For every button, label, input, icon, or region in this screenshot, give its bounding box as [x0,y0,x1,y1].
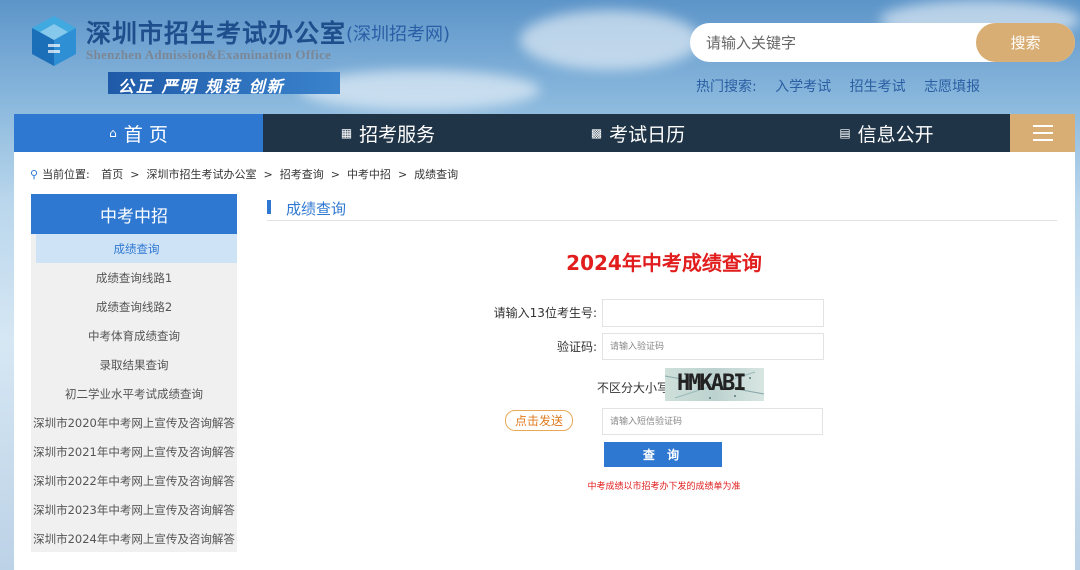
sidebar-title: 中考中招 [31,194,237,234]
hamburger-menu-icon [1032,125,1053,141]
nav-label: 招考服务 [359,123,436,146]
nav-item-calendar[interactable]: ▩ 考试日历 [513,114,763,152]
section-title: 成绩查询 [286,200,347,218]
sidebar-item-qa-2020[interactable]: 深圳市2020年中考网上宣传及咨询解答 [31,408,237,437]
score-note: 中考成绩以市招考办下发的成绩单为准 [587,482,741,492]
sidebar-item-qa-2023[interactable]: 深圳市2023年中考网上宣传及咨询解答 [31,495,237,524]
section-header: 成绩查询 [267,199,1057,221]
breadcrumb-link[interactable]: 中考中招 [347,168,391,181]
site-name[interactable]: 深圳市招生考试办公室 [86,14,346,50]
nav-item-home[interactable]: ⌂ 首 页 [14,114,263,152]
site-header: 深圳市招生考试办公室 (深圳招考网) Shenzhen Admission&Ex… [0,0,1080,114]
hot-search-label: 热门搜索: [696,79,757,95]
exam-number-input[interactable] [602,299,824,327]
nav-item-info[interactable]: ▤ 信息公开 [763,114,1010,152]
site-logo-icon[interactable] [28,10,78,68]
sidebar-item-grade8-score[interactable]: 初二学业水平考试成绩查询 [31,379,237,408]
sidebar-item-score-query-line2[interactable]: 成绩查询线路2 [31,292,237,321]
hot-search-link[interactable]: 招生考试 [850,79,906,95]
nav-label: 信息公开 [857,123,934,146]
captcha-text: HMKABI [677,371,746,396]
breadcrumb-link[interactable]: 深圳市招生考试办公室 [147,168,257,181]
content-panel: ⚲ 当前位置: 首页 > 深圳市招生考试办公室 > 招考查询 > 中考中招 > 成绩查询 中考中招… [14,152,1075,570]
nav-label: 考试日历 [609,123,686,146]
send-sms-button[interactable]: 点击发送 [505,410,573,431]
breadcrumb-separator: > [130,168,140,181]
exam-number-label: 请输入13位考生号: [493,306,597,320]
nav-label: 首 页 [123,123,168,146]
sidebar: 中考中招 成绩查询 成绩查询线路1 成绩查询线路2 中考体育成绩查询 录取结果查… [31,194,237,552]
site-name-en: Shenzhen Admission&Examination Office [86,47,332,62]
breadcrumb-separator: > [397,168,408,181]
hot-search: 热门搜索: 入学考试 招生考试 志愿填报 [696,76,994,96]
search-input[interactable] [706,23,976,62]
captcha-label: 验证码: [556,340,597,354]
breadcrumb-current: 成绩查询 [414,168,459,181]
grid-icon: ▦ [340,126,353,140]
query-button[interactable]: 查 询 [604,442,722,467]
breadcrumb-separator: > [263,168,273,181]
search-box: 搜索 [690,23,1075,62]
hot-search-link[interactable]: 志愿填报 [924,79,980,95]
menu-button[interactable] [1010,114,1075,152]
calendar-icon: ▩ [590,126,603,140]
captcha-input[interactable] [602,333,824,360]
sidebar-item-qa-2022[interactable]: 深圳市2022年中考网上宣传及咨询解答 [31,466,237,495]
home-icon: ⌂ [109,126,117,140]
main-nav: ⌂ 首 页 ▦ 招考服务 ▩ 考试日历 ▤ 信息公开 [14,114,1075,152]
search-button[interactable]: 搜索 [976,23,1075,62]
sidebar-item-qa-2024[interactable]: 深圳市2024年中考网上宣传及咨询解答 [31,524,237,553]
hot-search-link[interactable]: 入学考试 [775,79,831,95]
breadcrumb-prefix: 当前位置: [42,168,90,181]
breadcrumb-link[interactable]: 招考查询 [280,168,324,181]
breadcrumb-separator: > [330,168,340,181]
sidebar-item-score-query[interactable]: 成绩查询 [36,234,237,263]
slogan-text: 公正 严明 规范 创新 [118,77,285,96]
sms-code-input[interactable] [602,408,823,435]
location-pin-icon: ⚲ [30,168,39,181]
document-icon: ▤ [839,126,851,140]
site-subtitle: (深圳招考网) [346,24,451,45]
sidebar-item-qa-2021[interactable]: 深圳市2021年中考网上宣传及咨询解答 [31,437,237,466]
nav-item-services[interactable]: ▦ 招考服务 [263,114,513,152]
form-title: 2024年中考成绩查询 [566,251,762,275]
case-hint: 不区分大小写 [597,381,670,395]
sidebar-item-admission-result[interactable]: 录取结果查询 [31,350,237,379]
sidebar-item-score-query-line1[interactable]: 成绩查询线路1 [31,263,237,292]
breadcrumb: ⚲ 当前位置: 首页 > 深圳市招生考试办公室 > 招考查询 > 中考中招 > 成绩查询 [30,166,458,182]
sidebar-item-pe-score[interactable]: 中考体育成绩查询 [31,321,237,350]
captcha-image[interactable]: HMKABI [665,368,764,401]
breadcrumb-link[interactable]: 首页 [101,168,123,181]
section-marker [267,200,271,214]
